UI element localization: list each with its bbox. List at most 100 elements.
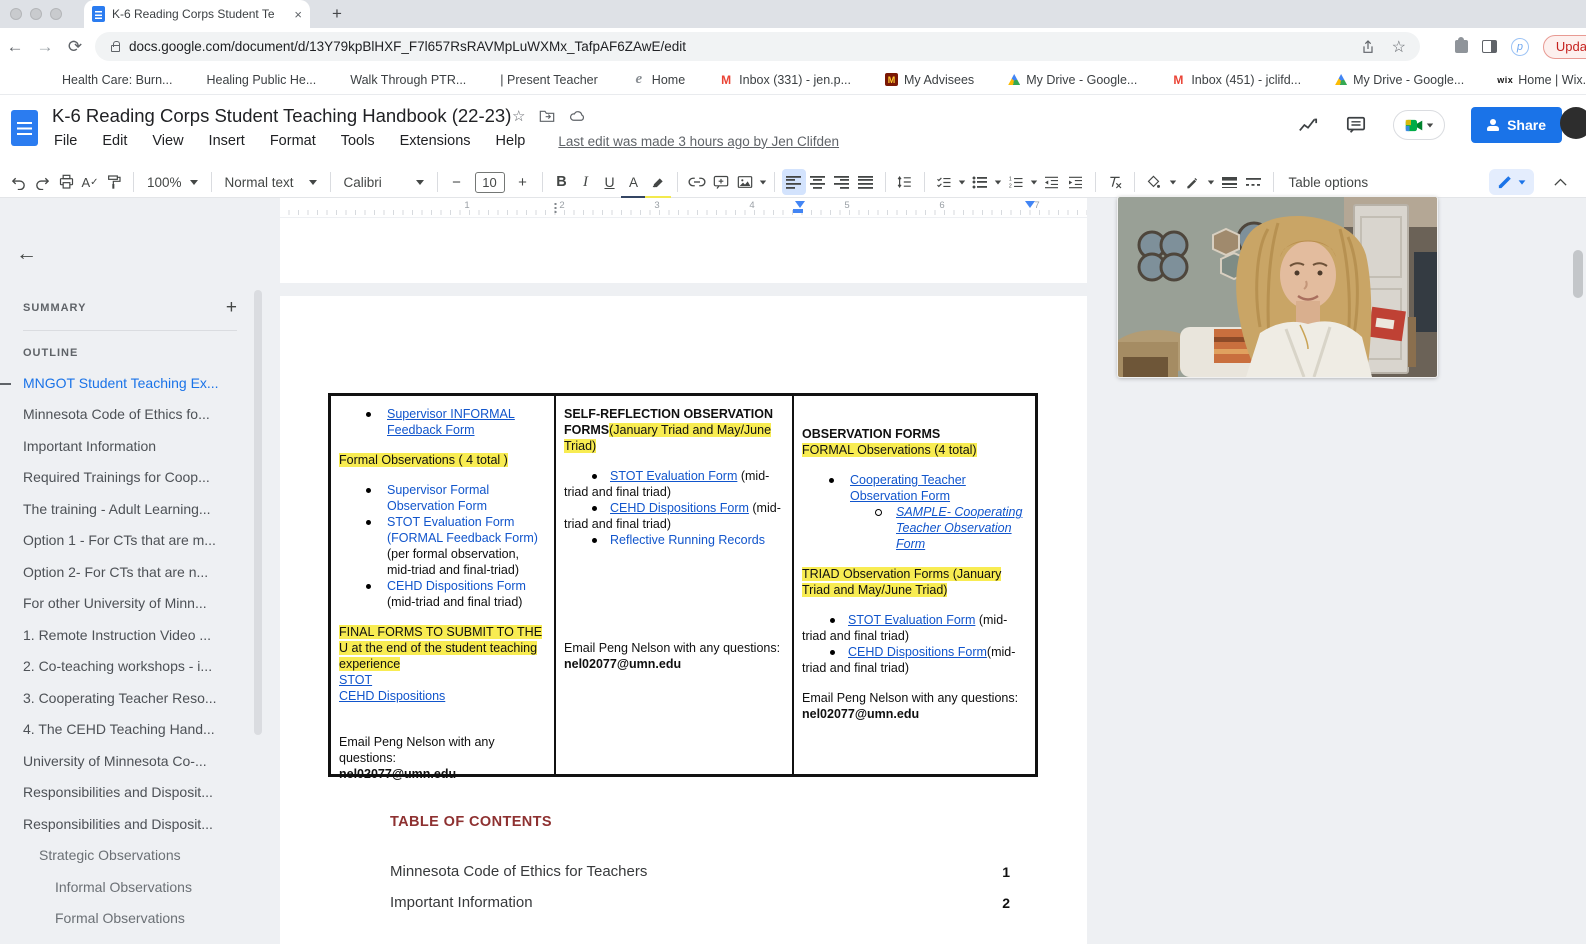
- undo-icon[interactable]: [6, 169, 30, 195]
- border-width-icon[interactable]: [1218, 169, 1242, 195]
- bookmark-item[interactable]: M My Advisees: [885, 73, 974, 87]
- activity-dashboard-icon[interactable]: [1297, 115, 1319, 135]
- webcam-video[interactable]: [1117, 196, 1438, 378]
- menu-tools[interactable]: Tools: [341, 133, 375, 149]
- window-controls[interactable]: [10, 8, 62, 20]
- bookmark-item[interactable]: Walk Through PTR...: [350, 73, 466, 87]
- bookmark-item[interactable]: My Drive - Google...: [1335, 73, 1464, 87]
- fill-color-icon[interactable]: [1142, 169, 1166, 195]
- paragraph-style-select[interactable]: Normal text: [219, 175, 323, 190]
- close-window-button[interactable]: [10, 8, 22, 20]
- add-summary-icon[interactable]: +: [226, 297, 237, 319]
- editing-mode-button[interactable]: [1489, 169, 1534, 195]
- italic-icon[interactable]: I: [574, 169, 598, 195]
- underline-icon[interactable]: U: [598, 169, 622, 195]
- outline-item[interactable]: 1. Remote Instruction Video ...: [0, 619, 251, 651]
- bookmark-item[interactable]: Healing Public He...: [206, 73, 316, 87]
- doc-link[interactable]: CEHD Dispositions: [339, 689, 445, 703]
- menu-edit[interactable]: Edit: [102, 133, 127, 149]
- bookmark-item[interactable]: wix Home | Wix.com: [1497, 73, 1586, 87]
- decrease-indent-icon[interactable]: [1040, 169, 1064, 195]
- tab-close-icon[interactable]: ×: [294, 7, 302, 22]
- cloud-status-icon[interactable]: [569, 109, 586, 123]
- align-right-icon[interactable]: [830, 169, 854, 195]
- increase-font-size-button[interactable]: +: [511, 169, 535, 195]
- doc-link[interactable]: Cooperating Teacher Observation Form: [850, 473, 966, 503]
- doc-link[interactable]: STOT Evaluation Form: [610, 469, 737, 483]
- outline-item[interactable]: 2. Co-teaching workshops - i...: [0, 651, 251, 683]
- bookmark-star-icon[interactable]: ☆: [1392, 37, 1406, 57]
- toc-row[interactable]: Minnesota Code of Ethics for Teachers 1: [390, 856, 1010, 887]
- chrome-update-button[interactable]: Upda: [1542, 34, 1586, 59]
- menu-extensions[interactable]: Extensions: [400, 133, 471, 149]
- bookmark-item[interactable]: e Home: [632, 71, 685, 87]
- left-indent-marker[interactable]: [793, 209, 803, 213]
- collapse-toolbar-icon[interactable]: [1548, 169, 1572, 195]
- sidebar-scrollbar[interactable]: [254, 290, 262, 735]
- paint-format-icon[interactable]: [102, 169, 126, 195]
- checklist-dropdown-icon[interactable]: [958, 180, 965, 184]
- decrease-font-size-button[interactable]: −: [445, 169, 469, 195]
- doc-link[interactable]: Supervisor Formal Observation Form: [387, 483, 489, 513]
- numbered-list-icon[interactable]: 12: [1004, 169, 1028, 195]
- line-spacing-icon[interactable]: [893, 169, 917, 195]
- numbered-list-dropdown-icon[interactable]: [1030, 180, 1037, 184]
- outline-item[interactable]: For other University of Minn...: [0, 588, 251, 620]
- border-dash-icon[interactable]: [1242, 169, 1266, 195]
- table-column-handle[interactable]: [554, 202, 557, 213]
- insert-image-icon[interactable]: [733, 169, 757, 195]
- checklist-icon[interactable]: [932, 169, 956, 195]
- forward-icon[interactable]: →: [30, 37, 60, 57]
- account-avatar[interactable]: [1560, 107, 1586, 139]
- clear-formatting-icon[interactable]: [1103, 169, 1127, 195]
- doc-link[interactable]: CEHD Dispositions Form: [848, 645, 987, 659]
- outline-item[interactable]: Responsibilities and Disposit...: [0, 808, 251, 840]
- border-color-dropdown-icon[interactable]: [1207, 180, 1214, 184]
- outline-item[interactable]: MNGOT Student Teaching Ex...: [0, 367, 251, 399]
- doc-link[interactable]: SAMPLE- Cooperating Teacher Observation …: [896, 505, 1022, 551]
- back-icon[interactable]: ←: [0, 37, 30, 57]
- doc-link[interactable]: STOT: [339, 673, 372, 687]
- outline-item[interactable]: University of Minnesota Co-...: [0, 745, 251, 777]
- document-title[interactable]: K-6 Reading Corps Student Teaching Handb…: [52, 105, 511, 127]
- fill-color-dropdown-icon[interactable]: [1169, 180, 1176, 184]
- bulleted-list-icon[interactable]: [968, 169, 992, 195]
- right-indent-marker[interactable]: [1025, 201, 1035, 208]
- first-line-indent-marker[interactable]: [795, 201, 805, 208]
- bookmark-item[interactable]: M Inbox (331) - jen.p...: [719, 73, 851, 87]
- browser-tab[interactable]: K-6 Reading Corps Student Te ×: [84, 0, 310, 28]
- outline-item[interactable]: The training - Adult Learning...: [0, 493, 251, 525]
- last-edit-link[interactable]: Last edit was made 3 hours ago by Jen Cl…: [558, 134, 839, 149]
- meet-icon[interactable]: [1393, 110, 1446, 140]
- outline-item[interactable]: Option 2- For CTs that are n...: [0, 556, 251, 588]
- doc-link[interactable]: Reflective Running Records: [610, 533, 765, 547]
- comments-icon[interactable]: [1345, 115, 1367, 135]
- menu-format[interactable]: Format: [270, 133, 316, 149]
- image-dropdown-icon[interactable]: [759, 180, 766, 184]
- align-justify-icon[interactable]: [854, 169, 878, 195]
- share-button[interactable]: Share: [1471, 107, 1562, 143]
- outline-item[interactable]: Minnesota Code of Ethics fo...: [0, 399, 251, 431]
- profile-icon[interactable]: p: [1510, 37, 1529, 56]
- menu-insert[interactable]: Insert: [209, 133, 245, 149]
- outline-item[interactable]: Important Information: [0, 430, 251, 462]
- share-page-icon[interactable]: [1360, 39, 1376, 55]
- outline-item[interactable]: Strategic Observations: [0, 840, 251, 872]
- outline-item[interactable]: 4. The CEHD Teaching Hand...: [0, 714, 251, 746]
- doc-link[interactable]: Supervisor INFORMAL Feedback Form: [387, 407, 515, 437]
- outline-item[interactable]: Required Trainings for Coop...: [0, 462, 251, 494]
- bookmark-item[interactable]: Health Care: Burn...: [62, 73, 172, 87]
- font-select[interactable]: Calibri: [338, 175, 430, 190]
- window-scrollbar[interactable]: [1573, 250, 1583, 298]
- bold-icon[interactable]: B: [550, 169, 574, 195]
- close-outline-icon[interactable]: ←: [16, 242, 37, 266]
- increase-indent-icon[interactable]: [1064, 169, 1088, 195]
- doc-link[interactable]: STOT Evaluation Form: [848, 613, 975, 627]
- spellcheck-icon[interactable]: A ✓: [78, 169, 102, 195]
- border-color-icon[interactable]: [1178, 169, 1205, 200]
- side-panel-icon[interactable]: [1481, 40, 1497, 53]
- bookmark-item[interactable]: | Present Teacher: [500, 73, 598, 87]
- minimize-window-button[interactable]: [30, 8, 42, 20]
- doc-link[interactable]: CEHD Dispositions Form: [387, 579, 526, 593]
- page-2[interactable]: Supervisor INFORMAL Feedback Form Formal …: [280, 296, 1087, 944]
